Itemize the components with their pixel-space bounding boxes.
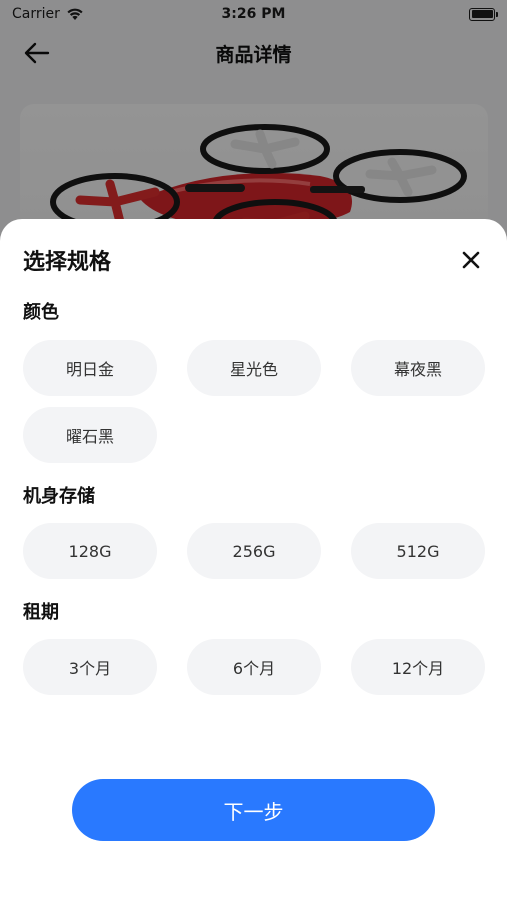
color-option-1[interactable]: 明日金 xyxy=(23,340,157,396)
battery-icon xyxy=(469,7,498,21)
storage-option-128g[interactable]: 128G xyxy=(23,523,157,579)
storage-section-label: 机身存储 xyxy=(23,486,95,507)
status-bar: Carrier 3:26 PM xyxy=(0,0,507,28)
storage-option-512g[interactable]: 512G xyxy=(351,523,485,579)
color-option-3[interactable]: 幕夜黑 xyxy=(351,340,485,396)
term-section-label: 租期 xyxy=(23,602,59,623)
carrier-label: Carrier xyxy=(12,6,60,22)
storage-option-256g[interactable]: 256G xyxy=(187,523,321,579)
wifi-icon xyxy=(67,8,83,20)
screen: Carrier 3:26 PM 商品详情 选择规格 颜色 明日金 星光色 幕夜黑… xyxy=(0,0,507,900)
next-step-button[interactable]: 下一步 xyxy=(72,779,435,841)
term-option-12-months[interactable]: 12个月 xyxy=(351,639,485,695)
close-button[interactable] xyxy=(458,247,484,273)
color-option-4[interactable]: 曜石黑 xyxy=(23,407,157,463)
spec-sheet: 选择规格 颜色 明日金 星光色 幕夜黑 曜石黑 机身存储 128G 256G 5… xyxy=(0,219,507,900)
color-option-2[interactable]: 星光色 xyxy=(187,340,321,396)
battery-level xyxy=(471,10,493,18)
color-section-label: 颜色 xyxy=(23,302,59,323)
term-option-6-months[interactable]: 6个月 xyxy=(187,639,321,695)
term-option-3-months[interactable]: 3个月 xyxy=(23,639,157,695)
sheet-title: 选择规格 xyxy=(23,250,112,275)
status-left: Carrier xyxy=(12,6,84,22)
close-icon xyxy=(462,251,480,269)
